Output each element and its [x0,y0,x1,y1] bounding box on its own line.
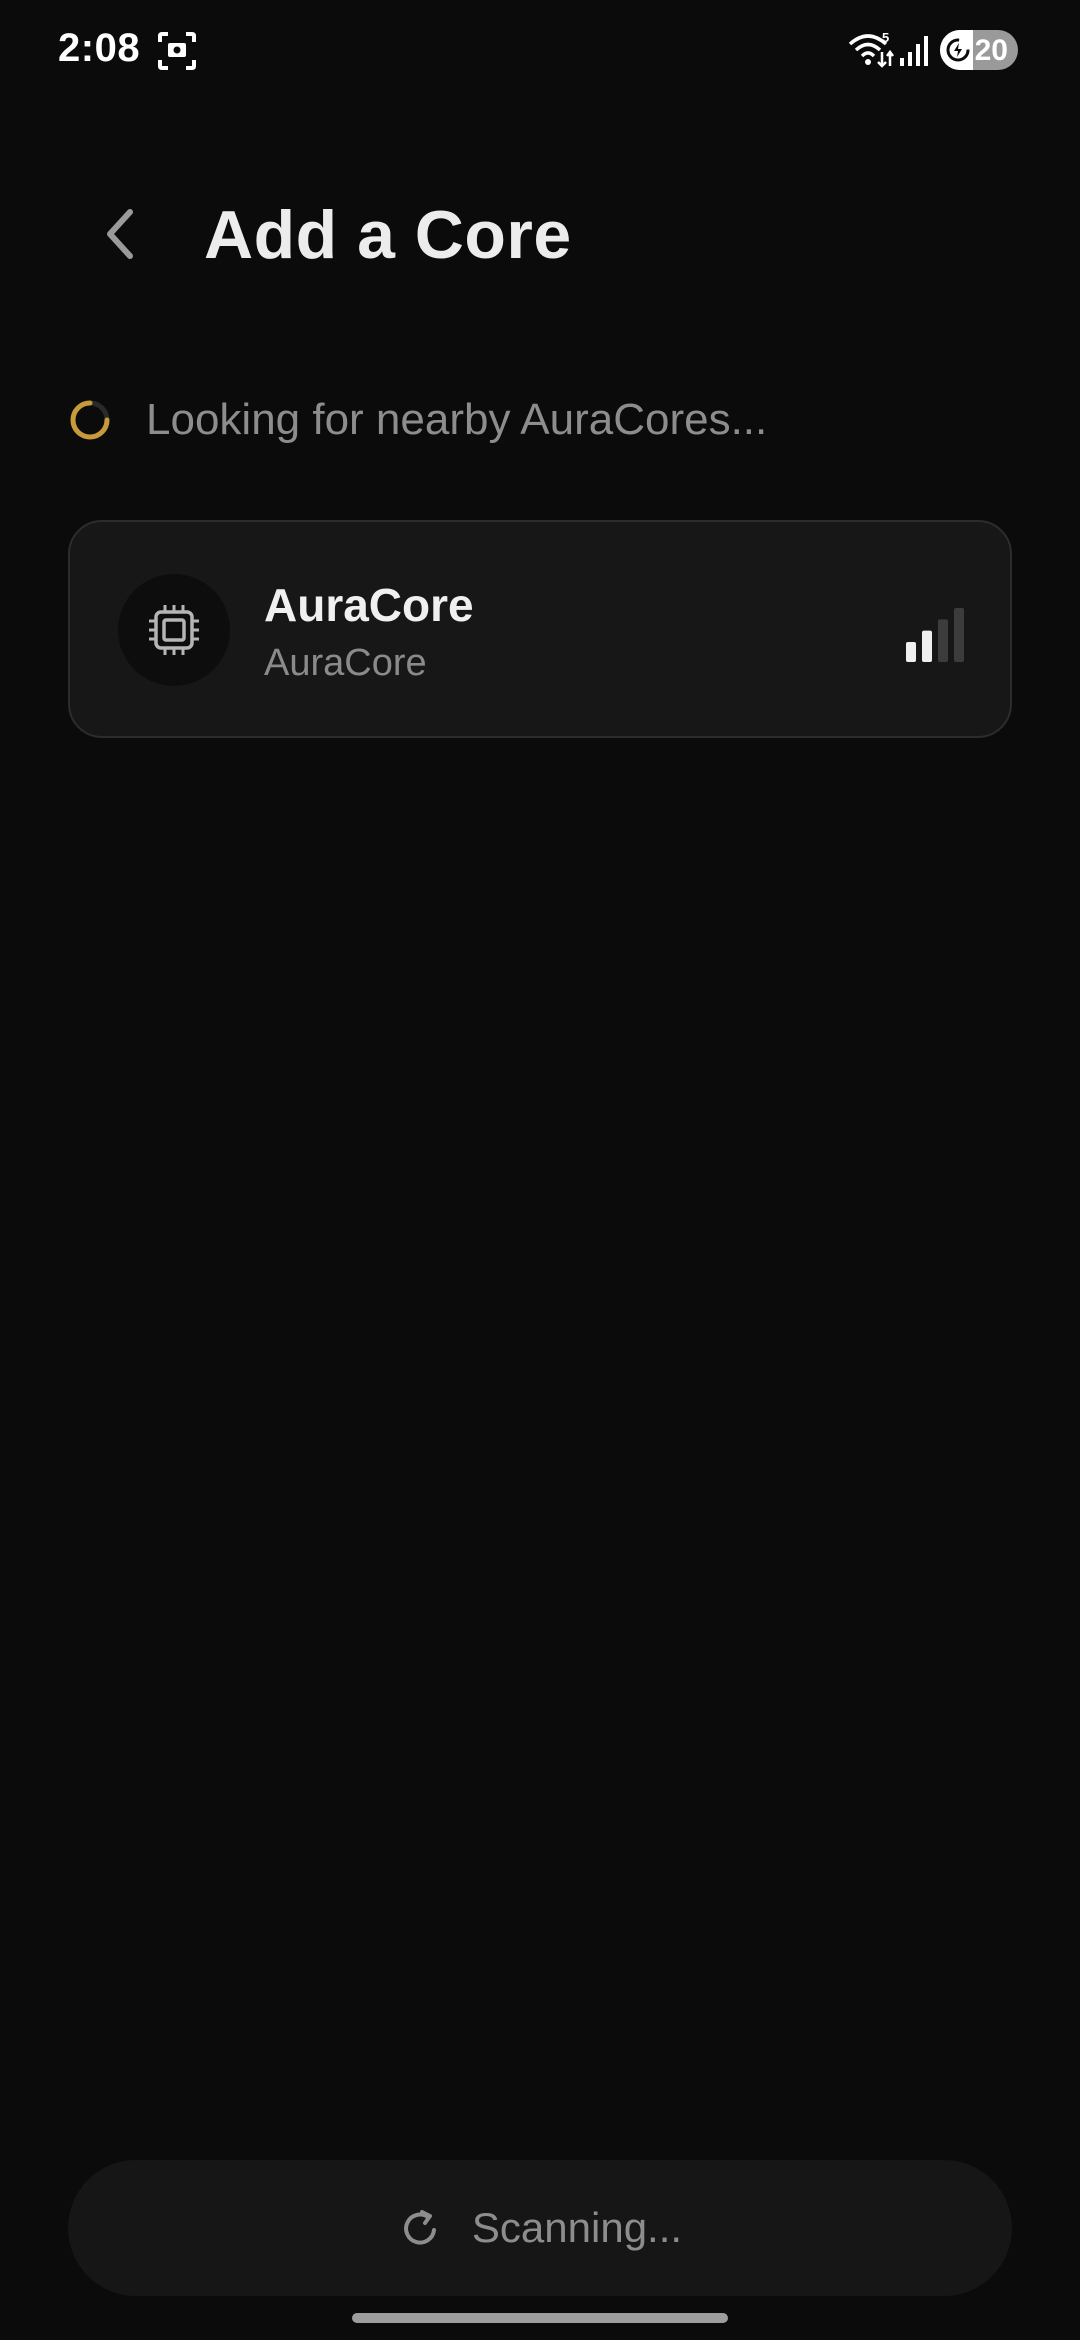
scanning-button-label: Scanning... [471,2204,683,2251]
device-card[interactable]: AuraCore AuraCore [68,520,1012,738]
wifi-badge: 5 [882,30,889,45]
device-avatar [118,574,230,686]
page-title: Add a Core [204,197,572,273]
signal-bar [906,642,916,662]
scan-status: Looking for nearby AuraCores... [68,384,767,456]
scan-status-text: Looking for nearby AuraCores... [146,395,768,444]
signal-bar [954,608,964,662]
add-core-screen: 2:08 5 20 Add a Core Looking for nearby … [0,0,1080,2340]
chip-icon [149,605,199,655]
home-indicator[interactable] [352,2313,728,2323]
status-bar: 2:08 5 20 [0,0,1080,100]
cellular-signal-icon [900,36,928,66]
device-name: AuraCore [264,579,474,631]
scanning-button[interactable]: Scanning... [68,2160,1012,2296]
device-subtitle: AuraCore [264,642,427,684]
status-time: 2:08 [58,26,141,70]
back-button[interactable] [92,196,148,272]
wifi-icon: 5 [848,30,894,68]
screenshot-icon [158,32,196,70]
chevron-left-icon [107,209,133,259]
battery-saver-icon [946,38,970,62]
signal-bar [938,619,948,662]
refresh-icon [404,2210,436,2245]
signal-bar [922,630,932,662]
signal-strength-icon [906,608,964,662]
loading-spinner-icon [70,400,110,440]
battery-level: 20 [974,34,1008,67]
battery-indicator: 20 [940,30,1018,70]
